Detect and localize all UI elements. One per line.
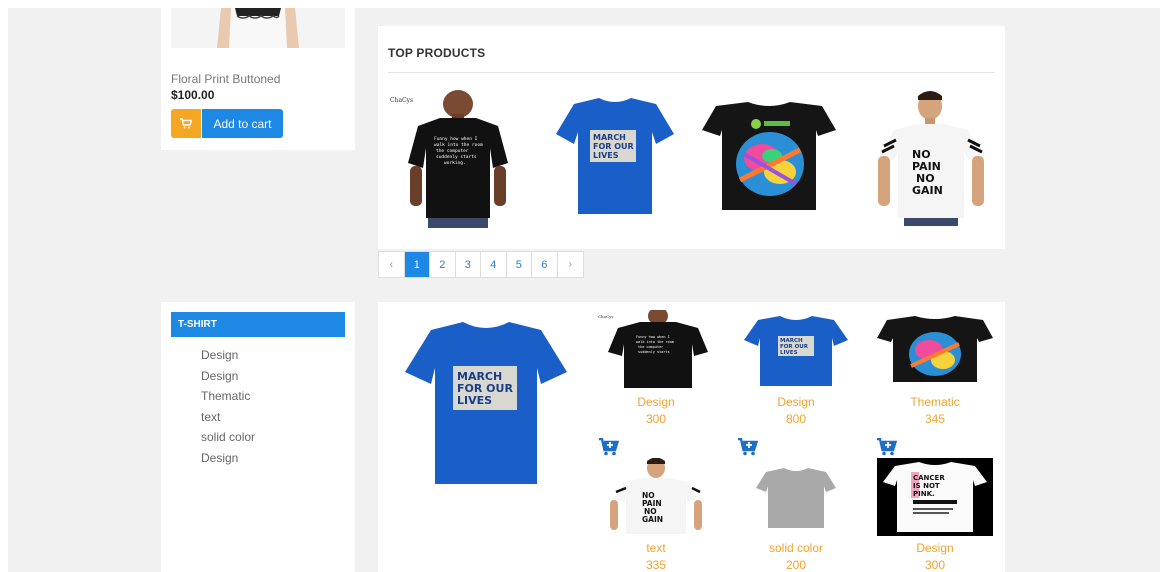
- grid-item[interactable]: MARCH FOR OUR LIVES Design 800: [736, 314, 856, 426]
- pagination: ‹ 1 2 3 4 5 6 ›: [378, 251, 584, 278]
- item-name[interactable]: Design: [875, 541, 995, 555]
- pagination-page-5[interactable]: 5: [507, 252, 532, 277]
- product-image-black-tee-man[interactable]: ChaCys Funny how when I walk into the ro…: [388, 88, 518, 233]
- category-heading[interactable]: T-SHIRT: [171, 312, 345, 337]
- svg-text:LIVES: LIVES: [457, 394, 492, 407]
- product-image-black-graphic-tee[interactable]: [700, 100, 838, 217]
- product-name[interactable]: Floral Print Buttoned: [171, 72, 280, 86]
- pagination-page-3[interactable]: 3: [456, 252, 481, 277]
- item-name[interactable]: text: [596, 541, 716, 555]
- grid-item[interactable]: ChaCys Funny how when I walk into the ro…: [596, 307, 716, 426]
- featured-category-image[interactable]: MARCH FOR OUR LIVES: [403, 320, 569, 493]
- svg-text:walk into the room: walk into the room: [434, 142, 483, 148]
- item-price: 200: [785, 558, 807, 572]
- grid-item[interactable]: Thematic 345: [875, 316, 995, 426]
- product-grid-panel: MARCH FOR OUR LIVES ChaCys Funny how whe…: [378, 302, 1005, 572]
- product-image[interactable]: CANCER IS NOT PINK.: [875, 458, 995, 536]
- item-name[interactable]: Design: [736, 395, 856, 409]
- svg-text:MARCH: MARCH: [593, 133, 626, 142]
- svg-text:IS NOT: IS NOT: [913, 482, 940, 490]
- product-image[interactable]: MARCH FOR OUR LIVES: [736, 314, 856, 390]
- pagination-page-1[interactable]: 1: [404, 252, 430, 277]
- grid-item[interactable]: NO PAIN NO GAIN text 335: [596, 457, 716, 572]
- pagination-prev[interactable]: ‹: [379, 252, 405, 277]
- svg-text:PINK.: PINK.: [913, 490, 935, 498]
- item-name[interactable]: solid color: [736, 541, 856, 555]
- pagination-page-6[interactable]: 6: [532, 252, 558, 277]
- category-item[interactable]: Design: [201, 368, 255, 389]
- svg-text:Funny how when I: Funny how when I: [636, 335, 670, 339]
- category-list: Design Design Thematic text solid color …: [201, 347, 255, 471]
- product-image[interactable]: [875, 316, 995, 390]
- add-to-cart-button[interactable]: Add to cart: [202, 109, 283, 138]
- svg-text:suddenly starts: suddenly starts: [436, 154, 477, 160]
- svg-text:LIVES: LIVES: [593, 151, 619, 160]
- product-image[interactable]: [736, 468, 856, 536]
- item-price: 800: [785, 412, 807, 426]
- category-item[interactable]: text: [201, 409, 255, 430]
- add-to-cart-icon[interactable]: [738, 438, 758, 456]
- product-price: $100.00: [171, 88, 215, 102]
- svg-text:GAIN: GAIN: [912, 184, 943, 197]
- add-to-cart-icon[interactable]: [599, 438, 619, 456]
- pagination-page-2[interactable]: 2: [430, 252, 456, 277]
- svg-text:the computer: the computer: [638, 345, 663, 349]
- featured-product-image[interactable]: [171, 8, 345, 48]
- section-title: TOP PRODUCTS: [388, 46, 486, 60]
- item-price: 335: [645, 558, 667, 572]
- svg-text:working.: working.: [444, 160, 466, 166]
- product-image-blue-march-tee[interactable]: MARCH FOR OUR LIVES: [554, 96, 676, 223]
- divider: [388, 72, 995, 73]
- brand-logo: ChaCys: [390, 97, 413, 104]
- grid-item[interactable]: solid color 200: [736, 468, 856, 572]
- svg-text:CANCER: CANCER: [913, 474, 945, 482]
- product-image-no-pain-no-gain-man[interactable]: NO PAIN NO GAIN: [874, 90, 990, 231]
- item-name[interactable]: Thematic: [875, 395, 995, 409]
- svg-text:FOR OUR: FOR OUR: [593, 142, 634, 151]
- featured-product-card: Floral Print Buttoned $100.00 Add to car…: [161, 8, 355, 150]
- svg-text:GAIN: GAIN: [642, 515, 663, 524]
- pagination-page-4[interactable]: 4: [481, 252, 507, 277]
- product-image[interactable]: NO PAIN NO GAIN: [596, 457, 716, 536]
- product-image[interactable]: ChaCys Funny how when I walk into the ro…: [596, 307, 716, 390]
- svg-text:ChaCys: ChaCys: [598, 314, 613, 319]
- category-item[interactable]: Thematic: [201, 388, 255, 409]
- svg-text:walk into the room: walk into the room: [636, 340, 674, 344]
- item-price: 300: [924, 558, 946, 572]
- svg-text:suddenly starts: suddenly starts: [638, 350, 670, 354]
- category-item[interactable]: Design: [201, 347, 255, 368]
- svg-text:the computer: the computer: [436, 148, 469, 154]
- category-item[interactable]: solid color: [201, 429, 255, 450]
- item-name[interactable]: Design: [596, 395, 716, 409]
- item-price: 345: [924, 412, 946, 426]
- pagination-next[interactable]: ›: [558, 252, 584, 277]
- item-price: 300: [645, 412, 667, 426]
- svg-text:Funny how when I: Funny how when I: [434, 136, 478, 142]
- cart-icon-button[interactable]: [171, 109, 201, 138]
- svg-text:LIVES: LIVES: [780, 350, 798, 356]
- add-to-cart-icon[interactable]: [877, 438, 897, 456]
- cart-icon: [180, 118, 192, 129]
- grid-item[interactable]: CANCER IS NOT PINK. Design 300: [875, 458, 995, 572]
- top-products-panel: TOP PRODUCTS ChaCys Funny how when I wal…: [378, 26, 1005, 249]
- category-item[interactable]: Design: [201, 450, 255, 471]
- category-sidebar: T-SHIRT Design Design Thematic text soli…: [161, 302, 355, 572]
